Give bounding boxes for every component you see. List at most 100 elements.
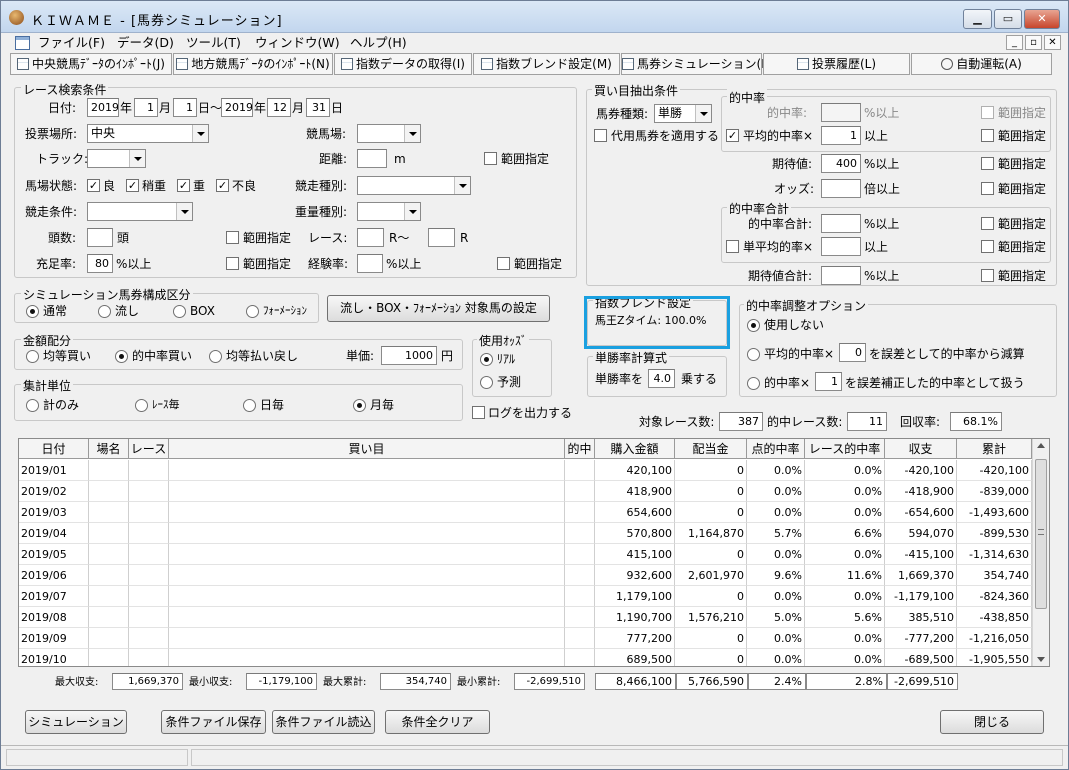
- to-day-field[interactable]: 31: [306, 98, 330, 117]
- from-day-field[interactable]: 1: [173, 98, 197, 117]
- avg-hit-range-checkbox[interactable]: [981, 129, 994, 142]
- mdi-minimize-button[interactable]: _: [1006, 35, 1023, 50]
- track-select[interactable]: [87, 149, 146, 168]
- minimize-button[interactable]: ▁: [963, 9, 992, 29]
- cond-slightly-heavy-checkbox[interactable]: ✓: [126, 179, 139, 192]
- log-output-checkbox[interactable]: [472, 406, 485, 419]
- col-header-point-hit[interactable]: 点的中率: [747, 439, 805, 459]
- vertical-scrollbar[interactable]: [1032, 439, 1049, 666]
- hitrate-field[interactable]: [821, 103, 861, 122]
- weight-type-select[interactable]: [357, 202, 421, 221]
- load-conditions-button[interactable]: 条件ファイル読込: [272, 710, 375, 734]
- expect-sum-range-checkbox[interactable]: [981, 269, 994, 282]
- agg-race-radio[interactable]: [135, 399, 148, 412]
- odds-predict-radio[interactable]: [480, 376, 493, 389]
- col-header-bets[interactable]: 買い目: [169, 439, 565, 459]
- save-conditions-button[interactable]: 条件ファイル保存: [161, 710, 266, 734]
- expect-sum-field[interactable]: [821, 266, 861, 285]
- simulate-button[interactable]: シミュレーション: [25, 710, 127, 734]
- cond-good-checkbox[interactable]: ✓: [87, 179, 100, 192]
- race-cond-select[interactable]: [87, 202, 193, 221]
- exp-field[interactable]: [357, 254, 383, 273]
- mdi-close-button[interactable]: ✕: [1044, 35, 1061, 50]
- expect-range-checkbox[interactable]: [981, 157, 994, 170]
- maximize-button[interactable]: ▭: [994, 9, 1022, 29]
- unit-price-field[interactable]: 1000: [381, 346, 437, 365]
- sim-formation-radio[interactable]: [246, 305, 259, 318]
- close-window-button[interactable]: ✕: [1024, 9, 1060, 29]
- scroll-down-icon[interactable]: [1037, 657, 1045, 662]
- cond-bad-checkbox[interactable]: ✓: [216, 179, 229, 192]
- adjust-none-radio[interactable]: [747, 319, 760, 332]
- auto-run-button[interactable]: 自動運転(A): [911, 53, 1052, 75]
- single-avg-field[interactable]: [821, 237, 861, 256]
- scroll-up-icon[interactable]: [1037, 443, 1045, 448]
- col-header-hit[interactable]: 的中: [565, 439, 595, 459]
- col-header-race[interactable]: レース: [129, 439, 169, 459]
- ticket-type-select[interactable]: 単勝: [654, 104, 712, 123]
- vote-history-button[interactable]: 投票履歴(L): [763, 53, 910, 75]
- fill-field[interactable]: 80: [87, 254, 113, 273]
- avg-hit-field[interactable]: 1: [821, 126, 861, 145]
- exp-range-checkbox[interactable]: [497, 257, 510, 270]
- venue-select[interactable]: 中央: [87, 124, 209, 143]
- hitsum-range-checkbox[interactable]: [981, 217, 994, 230]
- race-type-select[interactable]: [357, 176, 471, 195]
- col-header-race-hit[interactable]: レース的中率: [805, 439, 885, 459]
- expect-field[interactable]: 400: [821, 154, 861, 173]
- agg-month-radio[interactable]: [353, 399, 366, 412]
- target-horse-setup-button[interactable]: 流し・BOX・ﾌｫｰﾒｰｼｮﾝ 対象馬の設定: [327, 295, 550, 322]
- col-header-payout[interactable]: 配当金: [675, 439, 747, 459]
- amount-hitrate-radio[interactable]: [115, 350, 128, 363]
- distance-range-checkbox[interactable]: [484, 152, 497, 165]
- adjust-correct-radio[interactable]: [747, 377, 760, 390]
- adjust-subtract-radio[interactable]: [747, 348, 760, 361]
- cond-heavy-checkbox[interactable]: ✓: [177, 179, 190, 192]
- win-calc-field[interactable]: 4.0: [648, 369, 675, 388]
- adjust-subtract-field[interactable]: 0: [839, 343, 866, 362]
- agg-day-radio[interactable]: [243, 399, 256, 412]
- clear-conditions-button[interactable]: 条件全クリア: [385, 710, 490, 734]
- col-header-purchase[interactable]: 購入金額: [595, 439, 675, 459]
- distance-field[interactable]: [357, 149, 387, 168]
- col-header-date[interactable]: 日付: [19, 439, 89, 459]
- menu-tools[interactable]: ツール(T): [186, 33, 241, 53]
- hitrate-range-checkbox[interactable]: [981, 106, 994, 119]
- get-index-button[interactable]: 指数データの取得(I): [334, 53, 472, 75]
- substitute-checkbox[interactable]: [594, 129, 607, 142]
- blend-settings-button[interactable]: 指数ブレンド設定(M): [473, 53, 620, 75]
- sim-box-radio[interactable]: [173, 305, 186, 318]
- heads-field[interactable]: [87, 228, 113, 247]
- single-avg-range-checkbox[interactable]: [981, 240, 994, 253]
- hitsum-field[interactable]: [821, 214, 861, 233]
- ticket-sim-button[interactable]: 馬券シミュレーション(B): [621, 53, 774, 75]
- to-year-field[interactable]: 2019: [221, 98, 253, 117]
- adjust-correct-field[interactable]: 1: [815, 372, 842, 391]
- odds-cond-field[interactable]: [821, 179, 861, 198]
- amount-equal-radio[interactable]: [26, 350, 39, 363]
- menu-help[interactable]: ヘルプ(H): [350, 33, 407, 53]
- sim-normal-radio[interactable]: [26, 305, 39, 318]
- fill-range-checkbox[interactable]: [226, 257, 239, 270]
- menu-file[interactable]: ファイル(F): [38, 33, 105, 53]
- course-select[interactable]: [357, 124, 421, 143]
- single-avg-checkbox[interactable]: [726, 240, 739, 253]
- heads-range-checkbox[interactable]: [226, 231, 239, 244]
- results-table[interactable]: 日付 場名 レース 買い目 的中 購入金額 配当金 点的中率 レース的中率 収支 累計 2019/0…: [18, 438, 1050, 667]
- to-month-field[interactable]: 12: [267, 98, 291, 117]
- col-header-balance[interactable]: 収支: [885, 439, 957, 459]
- agg-total-radio[interactable]: [26, 399, 39, 412]
- import-local-button[interactable]: 地方競馬ﾃﾞｰﾀのｲﾝﾎﾟｰﾄ(N): [173, 53, 333, 75]
- race-from-field[interactable]: [357, 228, 384, 247]
- import-central-button[interactable]: 中央競馬ﾃﾞｰﾀのｲﾝﾎﾟｰﾄ(J): [10, 53, 172, 75]
- race-to-field[interactable]: [428, 228, 455, 247]
- mdi-restore-button[interactable]: ▫: [1025, 35, 1042, 50]
- from-year-field[interactable]: 2019: [87, 98, 119, 117]
- menu-data[interactable]: データ(D): [117, 33, 174, 53]
- odds-range-checkbox[interactable]: [981, 182, 994, 195]
- amount-equal-payout-radio[interactable]: [209, 350, 222, 363]
- col-header-venue[interactable]: 場名: [89, 439, 129, 459]
- avg-hit-checkbox[interactable]: ✓: [726, 129, 739, 142]
- sim-nagashi-radio[interactable]: [98, 305, 111, 318]
- col-header-cumulative[interactable]: 累計: [957, 439, 1032, 459]
